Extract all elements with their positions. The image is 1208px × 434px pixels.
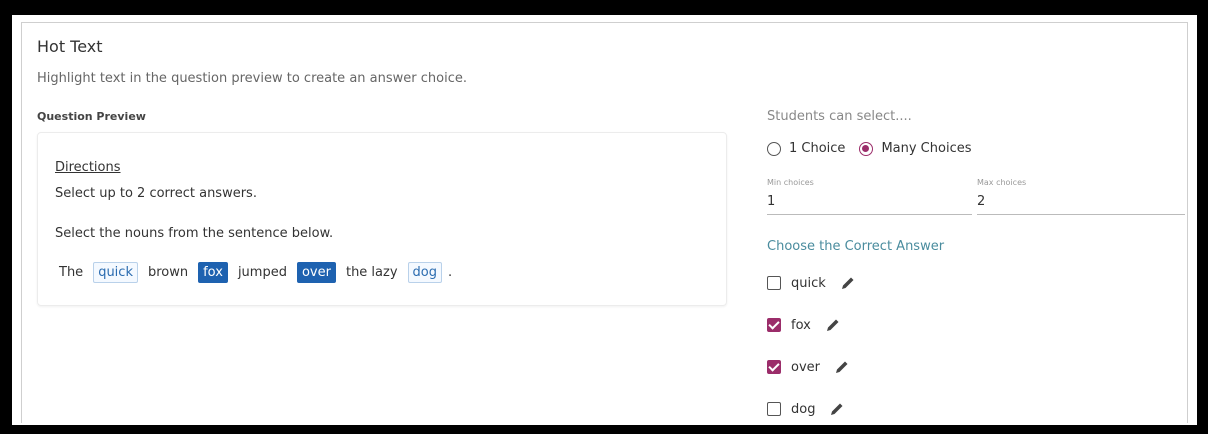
checkbox-over[interactable] (767, 360, 781, 374)
checkbox-dog[interactable] (767, 402, 781, 416)
hot-text-panel: Hot Text Highlight text in the question … (21, 22, 1188, 423)
directions-heading: Directions (55, 160, 121, 175)
max-choices-field[interactable]: 2 (977, 189, 1185, 215)
answer-choice-dog[interactable]: dog (767, 401, 845, 417)
radio-one-choice[interactable] (767, 141, 781, 156)
question-preview-label: Question Preview (37, 110, 146, 123)
radio-one-choice-label[interactable]: 1 Choice (789, 141, 845, 156)
radio-many-choices-label[interactable]: Many Choices (881, 141, 971, 156)
token-fox[interactable]: fox (198, 262, 228, 283)
checkbox-fox[interactable] (767, 318, 781, 332)
max-choices-label: Max choices (977, 178, 1027, 187)
choice-label: over (791, 359, 820, 375)
pencil-icon[interactable] (829, 401, 845, 417)
hot-text-sentence: The quick brown fox jumped over the lazy… (55, 262, 456, 283)
token-quick[interactable]: quick (93, 262, 138, 283)
token-plain: The (59, 265, 84, 280)
question-preview-box: Directions Select up to 2 correct answer… (37, 132, 727, 306)
min-choices-label: Min choices (767, 178, 814, 187)
choice-label: quick (791, 275, 826, 291)
choice-mode-group: 1 Choice Many Choices (767, 141, 972, 156)
pencil-icon[interactable] (834, 359, 850, 375)
answer-choice-over[interactable]: over (767, 359, 850, 375)
choose-correct-answer-heading: Choose the Correct Answer (767, 239, 945, 254)
token-plain: brown (147, 265, 189, 280)
page-subtitle: Highlight text in the question preview t… (37, 71, 467, 86)
min-choices-field[interactable]: 1 (767, 189, 972, 215)
pencil-icon[interactable] (825, 317, 841, 333)
radio-many-choices[interactable] (859, 141, 874, 156)
app-frame: Hot Text Highlight text in the question … (12, 15, 1197, 425)
answer-choice-fox[interactable]: fox (767, 317, 841, 333)
token-period: . (448, 265, 453, 280)
checkbox-quick[interactable] (767, 276, 781, 290)
question-text: Select the nouns from the sentence below… (55, 226, 334, 241)
token-dog[interactable]: dog (407, 262, 442, 283)
choice-label: fox (791, 317, 811, 333)
token-over[interactable]: over (296, 262, 336, 283)
answer-choice-quick[interactable]: quick (767, 275, 856, 291)
choice-label: dog (791, 401, 816, 417)
pencil-icon[interactable] (840, 275, 856, 291)
directions-text: Select up to 2 correct answers. (55, 186, 257, 201)
page-title: Hot Text (37, 37, 103, 56)
token-plain: the lazy (345, 265, 398, 280)
students-can-select-label: Students can select.... (767, 109, 912, 124)
token-plain: jumped (237, 265, 287, 280)
